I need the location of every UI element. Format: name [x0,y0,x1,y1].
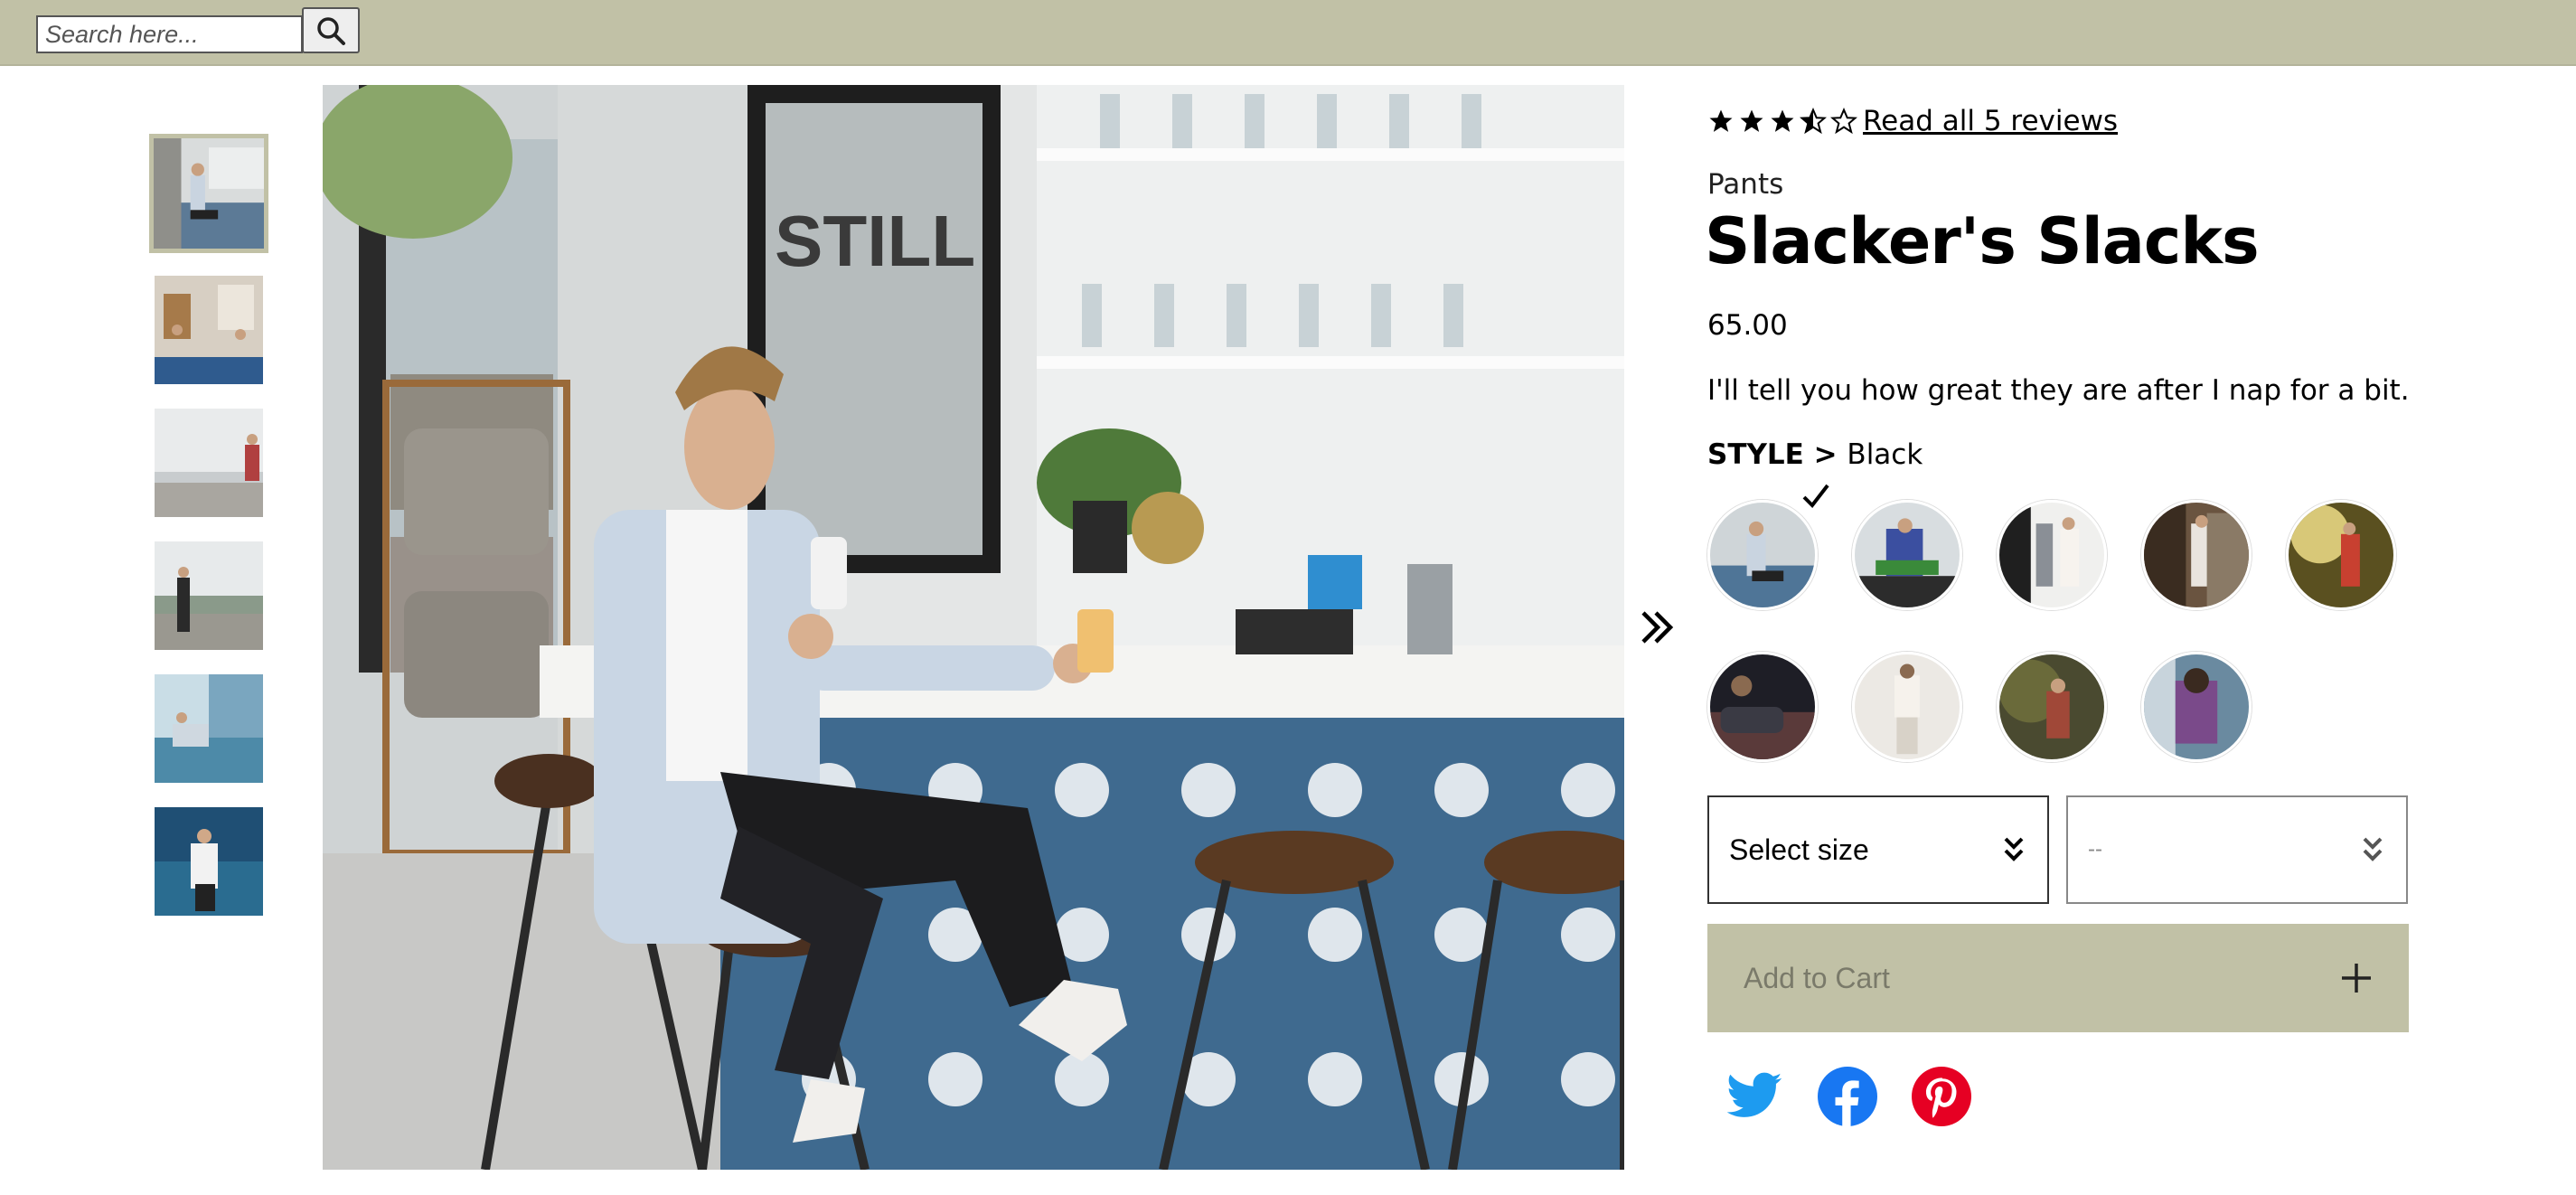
thumbnail-3[interactable] [155,409,263,517]
style-swatch-9[interactable] [2141,652,2252,762]
add-to-cart-button[interactable]: Add to Cart [1707,924,2409,1032]
pinterest-share-button[interactable] [1912,1067,1971,1126]
search-input[interactable] [36,15,303,53]
search-button[interactable] [302,7,360,53]
svg-text:STILL: STILL [775,201,975,281]
add-to-cart-label: Add to Cart [1744,961,1890,994]
style-separator: > [1803,438,1847,471]
double-chevron-down-icon [2004,837,2024,861]
style-swatch-4[interactable] [2141,500,2252,610]
facebook-icon [1818,1067,1877,1126]
style-swatch-3[interactable] [1997,500,2107,610]
thumbnail-6[interactable] [155,807,263,916]
thumbnail-5[interactable] [155,674,263,783]
style-swatch-2[interactable] [1852,500,1962,610]
rating-row: Read all 5 reviews [1707,101,2118,141]
style-selector-label: STYLE > Black [1707,438,1923,471]
next-image-arrow-icon[interactable] [1636,606,1679,649]
product-title: Slacker's Slacks [1705,204,2260,278]
product-photo: STILL [323,85,1624,1170]
style-swatch-6[interactable] [1707,652,1818,762]
thumbnail-1[interactable] [149,134,268,253]
size-select-value: Select size [1729,833,1869,866]
quantity-select[interactable]: -- [2066,795,2408,904]
style-label: STYLE [1707,438,1804,471]
product-category: Pants [1707,168,1784,201]
main-product-image[interactable]: STILL [323,85,1624,1170]
search-icon [317,16,345,45]
star-rating [1707,108,1857,135]
star-filled-icon [1771,109,1794,132]
style-swatch-7[interactable] [1852,652,1962,762]
read-reviews-link[interactable]: Read all 5 reviews [1863,105,2118,137]
style-swatch-8[interactable] [1997,652,2107,762]
style-swatch-5[interactable] [2286,500,2396,610]
product-description: I'll tell you how great they are after I… [1707,374,2410,407]
size-select[interactable]: Select size [1707,795,2049,904]
star-empty-icon [1830,108,1857,135]
star-filled-icon [1740,109,1763,132]
plus-icon [2342,964,2371,993]
star-half-icon [1800,108,1827,135]
style-swatches [1707,500,2449,762]
star-filled-icon [1709,109,1733,132]
double-chevron-down-icon [2363,837,2383,861]
style-swatch-1[interactable] [1707,500,1818,610]
thumbnail-2[interactable] [155,276,263,384]
twitter-icon [1726,1072,1782,1117]
quantity-select-value: -- [2088,837,2102,861]
pinterest-icon [1912,1067,1971,1126]
top-bar [0,0,2576,66]
thumbnail-4[interactable] [155,541,263,650]
twitter-share-button[interactable] [1725,1067,1784,1126]
selected-style-name: Black [1847,438,1923,471]
facebook-share-button[interactable] [1818,1067,1877,1126]
product-price: 65.00 [1707,309,1788,342]
